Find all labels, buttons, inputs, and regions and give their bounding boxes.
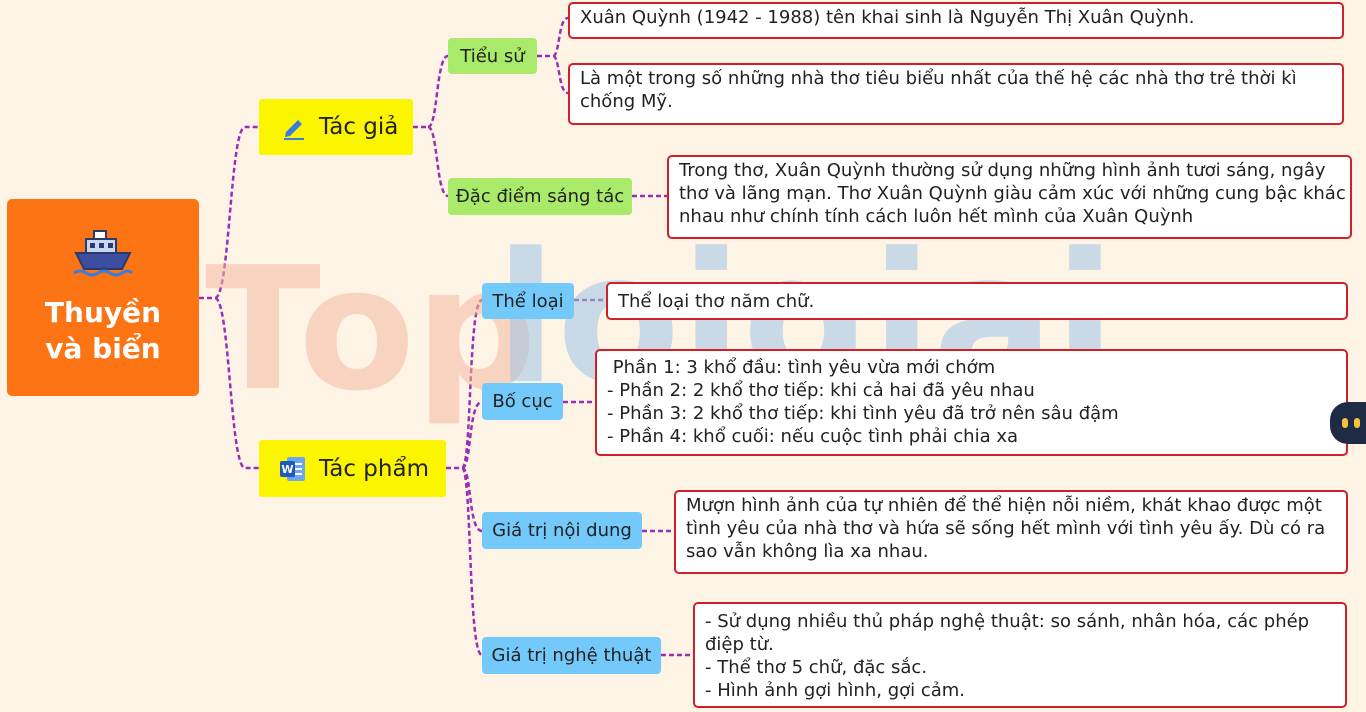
nghe-thuat-box: - Sử dụng nhiều thủ pháp nghệ thuật: so … — [693, 602, 1347, 708]
tieu-su-item-1: Xuân Quỳnh (1942 - 1988) tên khai sinh l… — [568, 2, 1344, 39]
ship-icon — [73, 229, 134, 276]
tieu-su-item-2-line1: Là một trong số những nhà thơ tiêu biểu … — [580, 68, 1297, 89]
bo-cuc-line2: - Phần 2: 2 khổ thơ tiếp: khi cả hai đã … — [607, 380, 1035, 401]
root-node[interactable]: Thuyền và biển — [7, 199, 199, 396]
svg-text:W: W — [281, 463, 293, 476]
node-gia-tri-noi-dung[interactable]: Giá trị nội dung — [482, 512, 642, 549]
node-dac-diem-sang-tac[interactable]: Đặc điểm sáng tác — [448, 178, 632, 215]
node-tac-gia[interactable]: Tác giả — [259, 99, 413, 155]
the-loai-box: Thể loại thơ năm chữ. — [606, 282, 1348, 320]
nghe-thuat-line4: - Hình ảnh gợi hình, gợi cảm. — [705, 680, 966, 701]
node-the-loai-label: Thể loại — [492, 290, 564, 312]
node-noi-dung-label: Giá trị nội dung — [492, 520, 632, 541]
dac-diem-line1: Trong thơ, Xuân Quỳnh thường sử dụng nhữ… — [679, 160, 1326, 181]
root-title-line2: và biển — [45, 331, 161, 365]
node-tac-gia-label: Tác giả — [319, 114, 399, 140]
dac-diem-box: Trong thơ, Xuân Quỳnh thường sử dụng nhữ… — [667, 155, 1352, 239]
the-loai-text: Thể loại thơ năm chữ. — [618, 291, 815, 312]
word-document-icon: W — [280, 456, 305, 481]
dac-diem-line2: thơ và lãng mạn. Thơ Xuân Quỳnh giàu cảm… — [679, 183, 1346, 204]
bo-cuc-line3: - Phần 3: 2 khổ thơ tiếp: khi tình yêu đ… — [607, 403, 1119, 424]
bo-cuc-line4: - Phần 4: khổ cuối: nếu cuộc tình phải c… — [607, 426, 1019, 447]
tieu-su-item-2-line2: chống Mỹ. — [580, 91, 673, 112]
pencil-icon — [284, 120, 304, 140]
node-bo-cuc[interactable]: Bố cục — [482, 383, 563, 420]
noi-dung-box: Mượn hình ảnh của tự nhiên để thể hiện n… — [674, 490, 1348, 574]
node-tac-pham[interactable]: W Tác phẩm — [259, 440, 446, 497]
tieu-su-item-2: Là một trong số những nhà thơ tiêu biểu … — [568, 63, 1344, 125]
nghe-thuat-line1: - Sử dụng nhiều thủ pháp nghệ thuật: so … — [705, 611, 1310, 632]
node-tieu-su-label: Tiểu sử — [460, 45, 525, 67]
bo-cuc-line1: Phần 1: 3 khổ đầu: tình yêu vừa mới chớm — [607, 357, 996, 378]
dac-diem-line3: nhau như chính tính cách luôn hết mình c… — [679, 206, 1194, 227]
node-tac-pham-label: Tác phẩm — [319, 455, 429, 482]
noi-dung-line3: sao vẫn không lìa xa nhau. — [686, 541, 929, 562]
root-title-line1: Thuyền — [44, 295, 162, 329]
node-nghe-thuat-label: Giá trị nghệ thuật — [491, 645, 652, 666]
nghe-thuat-line2: điệp từ. — [705, 634, 774, 655]
node-gia-tri-nghe-thuat[interactable]: Giá trị nghệ thuật — [482, 637, 661, 674]
noi-dung-line2: tình yêu của nhà thơ và hứa sẽ sống hết … — [686, 518, 1326, 539]
bo-cuc-box: Phần 1: 3 khổ đầu: tình yêu vừa mới chớm… — [595, 349, 1348, 456]
node-dac-diem-label: Đặc điểm sáng tác — [455, 186, 625, 207]
node-tieu-su[interactable]: Tiểu sử — [448, 38, 537, 74]
node-bo-cuc-label: Bố cục — [492, 391, 553, 412]
tieu-su-item-1-text: Xuân Quỳnh (1942 - 1988) tên khai sinh l… — [580, 7, 1195, 28]
chatbot-robot-icon[interactable] — [1330, 402, 1366, 444]
nghe-thuat-line3: - Thể thơ 5 chữ, đặc sắc. — [705, 657, 928, 678]
noi-dung-line1: Mượn hình ảnh của tự nhiên để thể hiện n… — [686, 495, 1322, 516]
node-the-loai[interactable]: Thể loại — [482, 283, 574, 319]
